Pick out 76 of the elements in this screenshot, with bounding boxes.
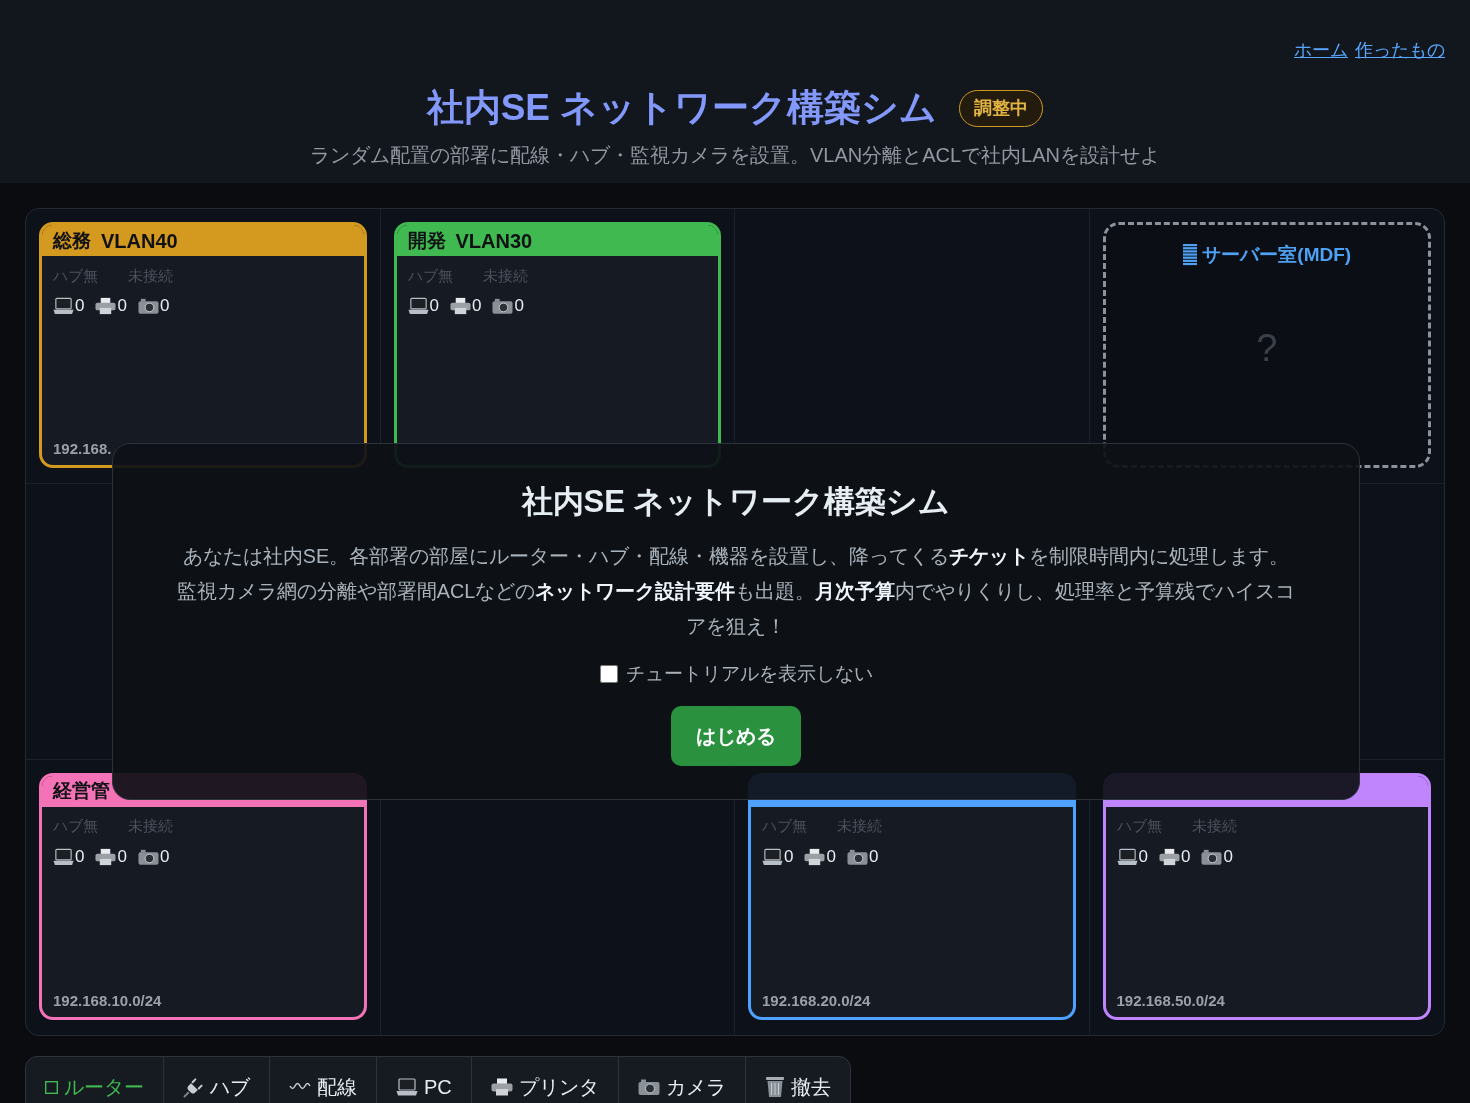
device-count: 0 — [514, 295, 524, 317]
hub-status: ハブ無 — [762, 816, 807, 837]
device-count: 0 — [429, 295, 439, 317]
hub-status: ハブ無 — [1116, 816, 1162, 837]
hub-status: ハブ無 — [53, 816, 98, 837]
room-name: 開発 — [407, 228, 446, 253]
trash-icon — [764, 1076, 785, 1098]
camera-icon — [1201, 847, 1223, 866]
device-count: 0 — [1223, 845, 1233, 868]
printer-icon — [804, 847, 826, 866]
subnet-label: 192.168.20.0/24 — [762, 991, 871, 1011]
device-count: 0 — [117, 845, 127, 868]
checkbox-label: チュートリアルを表示しない — [625, 662, 873, 686]
page-title: 社内SE ネットワーク構築シム — [426, 86, 938, 130]
camera-icon — [492, 297, 514, 315]
tool-button[interactable]: 撤去 — [744, 1057, 850, 1103]
server-room-title: サーバー室(MDF) — [1202, 243, 1352, 267]
room-name: 総務 — [53, 228, 91, 253]
subnet-label: 192.168.10.0/24 — [53, 991, 162, 1011]
laptop-icon — [53, 847, 74, 866]
laptop-icon — [396, 1078, 418, 1096]
modal-description: あなたは社内SE。各部署の部屋にルーター・ハブ・配線・機器を設置し、降ってくるチケットを制限時間内に処理します。監視カメラ網の分離や部署間ACLなどのネットワーク設計要件も出題。月次予算内でやりくりし、処理率と予算残でハイスコアを狙え！ — [175, 544, 1297, 639]
camera-icon — [137, 847, 159, 866]
link-status: 未接続 — [482, 265, 528, 286]
link-status: 未接続 — [837, 816, 882, 837]
tool-button[interactable]: 配線 — [269, 1057, 376, 1103]
laptop-icon — [1116, 847, 1138, 866]
tool-button[interactable]: プリンタ — [470, 1057, 618, 1103]
device-count: 0 — [75, 295, 85, 317]
nav-link[interactable]: 作ったもの — [1355, 38, 1445, 62]
link-status: 未接続 — [128, 816, 173, 837]
modal-title: 社内SE ネットワーク構築シム — [521, 483, 951, 521]
device-count: 0 — [471, 295, 482, 317]
device-count: 0 — [784, 845, 794, 868]
room-name: 経営管 — [53, 779, 110, 804]
question-mark: ? — [1256, 325, 1278, 370]
link-status: 未接続 — [1191, 816, 1237, 837]
device-count: 0 — [868, 845, 879, 868]
status-badge: 調整中 — [959, 89, 1044, 127]
camera-icon — [637, 1078, 660, 1096]
vlan-label: VLAN30 — [455, 228, 533, 253]
camera-icon — [137, 297, 159, 315]
tool-button[interactable]: PC — [376, 1057, 471, 1103]
hub-status: ハブ無 — [53, 265, 98, 286]
printer-icon — [490, 1078, 513, 1096]
printer-icon — [95, 297, 117, 315]
tool-button[interactable]: ルーター — [26, 1057, 163, 1103]
subnet-label: 192.168. — [53, 439, 112, 460]
laptop-icon — [407, 297, 429, 315]
plug-icon — [183, 1076, 204, 1098]
printer-icon — [1158, 847, 1180, 866]
device-count: 0 — [1180, 845, 1191, 868]
laptop-icon — [762, 847, 783, 866]
device-count: 0 — [1138, 845, 1148, 868]
tool-button[interactable]: ハブ — [163, 1057, 269, 1103]
stacked-lines-icon — [1182, 244, 1199, 266]
square-icon — [45, 1080, 58, 1094]
wave-icon — [289, 1082, 311, 1092]
camera-icon — [846, 847, 868, 866]
printer-icon — [95, 847, 117, 866]
nav-link[interactable]: ホーム — [1294, 38, 1348, 62]
laptop-icon — [53, 297, 74, 315]
vlan-label: VLAN40 — [101, 228, 178, 253]
device-count: 0 — [75, 845, 85, 868]
hub-status: ハブ無 — [407, 265, 453, 286]
link-status: 未接続 — [128, 265, 173, 286]
printer-icon — [449, 297, 471, 315]
device-count: 0 — [159, 295, 170, 317]
page-subtitle: ランダム配置の部署に配線・ハブ・監視カメラを設置。VLAN分離とACLで社内LANを設計せよ — [309, 143, 1161, 168]
device-count: 0 — [117, 295, 127, 317]
subnet-label: 192.168.50.0/24 — [1116, 991, 1225, 1011]
tool-button[interactable]: カメラ — [617, 1057, 745, 1103]
device-count: 0 — [826, 845, 836, 868]
start-button[interactable]: はじめる — [671, 706, 801, 766]
device-count: 0 — [159, 845, 170, 868]
tutorial-checkbox[interactable] — [599, 665, 618, 683]
